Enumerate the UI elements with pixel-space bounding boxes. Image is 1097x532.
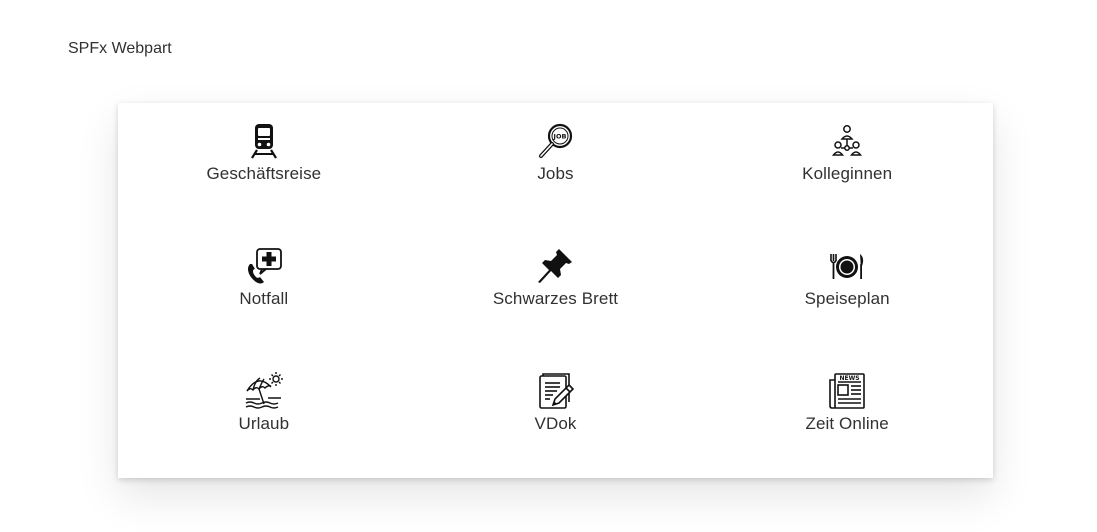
tile-label: Urlaub xyxy=(238,414,290,433)
tile-label: Jobs xyxy=(537,164,574,183)
tile-label: Notfall xyxy=(239,289,289,308)
tile-zeit-online[interactable]: NEWS Zeit Online xyxy=(701,353,993,478)
tile-notfall[interactable]: Notfall xyxy=(118,228,410,353)
emergency-call-icon xyxy=(244,246,284,286)
document-edit-icon xyxy=(535,371,575,411)
tile-speiseplan[interactable]: Speiseplan xyxy=(701,228,993,353)
pushpin-icon xyxy=(535,246,575,286)
tile-label: Speiseplan xyxy=(804,289,890,308)
tile-label: Zeit Online xyxy=(805,414,889,433)
tile-urlaub[interactable]: Urlaub xyxy=(118,353,410,478)
tile-label: VDok xyxy=(534,414,577,433)
tile-label: Kolleginnen xyxy=(802,164,893,183)
tile-schwarzes-brett[interactable]: Schwarzes Brett xyxy=(410,228,702,353)
train-icon xyxy=(244,121,284,161)
page-title: SPFx Webpart xyxy=(68,40,172,57)
tile-jobs[interactable]: JOB Jobs xyxy=(410,103,702,228)
tile-kolleginnen[interactable]: Kolleginnen xyxy=(701,103,993,228)
tile-geschaeftsreise[interactable]: Geschäftsreise xyxy=(118,103,410,228)
news-masthead-text: NEWS xyxy=(840,375,860,382)
quick-links-card: Geschäftsreise JOB Jobs Kolleginnen Notf… xyxy=(118,103,993,478)
newspaper-icon: NEWS xyxy=(827,371,867,411)
job-badge-text: JOB xyxy=(553,133,567,141)
people-network-icon xyxy=(827,121,867,161)
plate-cutlery-icon xyxy=(827,246,867,286)
tile-vdok[interactable]: VDok xyxy=(410,353,702,478)
tile-label: Geschäftsreise xyxy=(206,164,322,183)
beach-umbrella-icon xyxy=(244,371,284,411)
tile-label: Schwarzes Brett xyxy=(492,289,619,308)
job-search-icon: JOB xyxy=(535,121,575,161)
